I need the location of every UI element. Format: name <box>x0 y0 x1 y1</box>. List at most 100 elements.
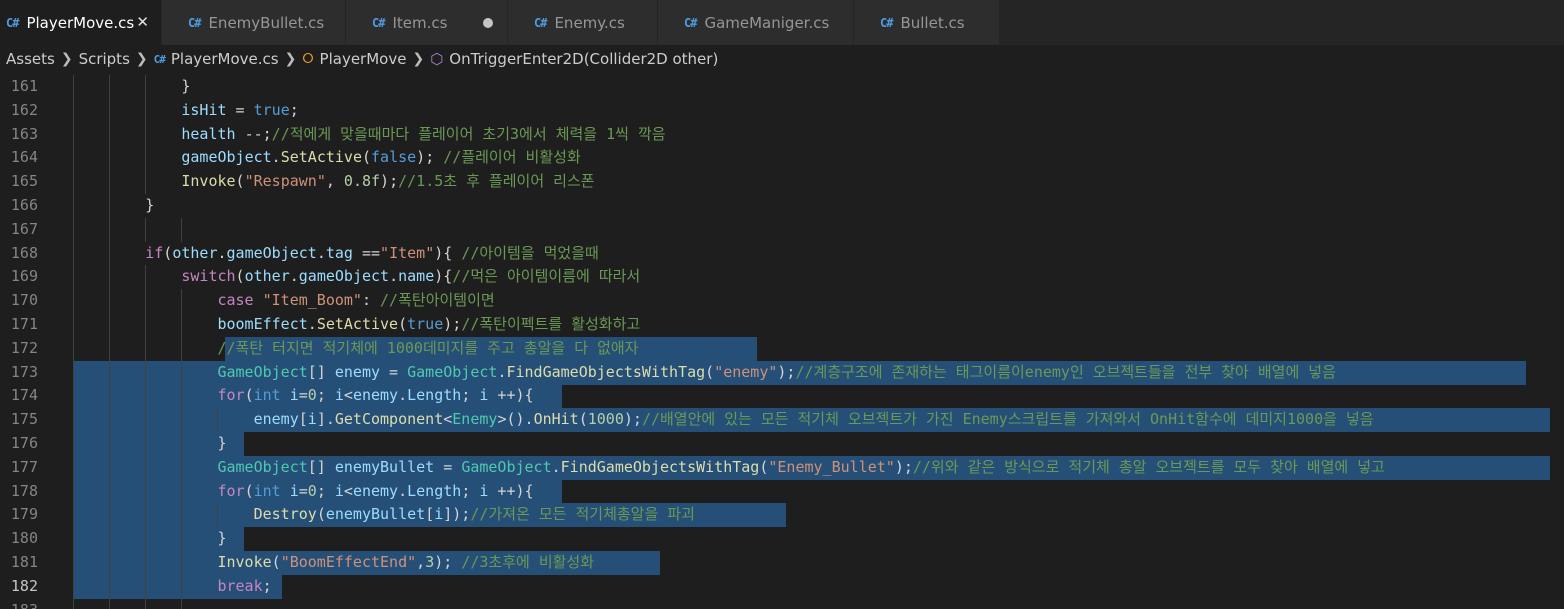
code-token: [] <box>307 362 335 381</box>
code-token: int <box>253 481 281 500</box>
code-token: } <box>145 195 155 214</box>
breadcrumb-class[interactable]: PlayerMove <box>320 50 407 68</box>
csharp-file-icon: C# <box>6 15 19 30</box>
indent-guide <box>145 170 147 195</box>
code-token: enemy <box>352 386 399 405</box>
indent-guide <box>109 574 111 599</box>
code-token: //계층구조에 존재하는 태그이름이enemy인 오브젝트들을 전부 찾아 배열… <box>795 362 1336 381</box>
code-line[interactable]: 168 if(other.gameObject.tag =="Item"){ //… <box>0 241 1564 266</box>
indent-guide <box>73 193 74 218</box>
indent-guide <box>145 431 147 456</box>
breadcrumb-method[interactable]: OnTriggerEnter2D(Collider2D other) <box>449 50 718 68</box>
code-token: GameObject <box>217 457 308 476</box>
code-line[interactable]: 183 <box>0 598 1564 609</box>
close-icon[interactable]: ✕ <box>136 13 149 31</box>
indent-guide <box>109 455 111 480</box>
code-line[interactable]: 177 GameObject[] enemyBullet = GameObject… <box>0 455 1564 480</box>
indent-guide <box>109 527 111 552</box>
code-token: GameObject <box>217 362 308 381</box>
code-line[interactable]: 175 enemy[i].GetComponent<Enemy>().OnHit(… <box>0 408 1564 433</box>
code-text: //폭탄 터지면 적기체에 1000데미지를 주고 총알을 다 없애자 <box>217 337 638 361</box>
code-token: GetComponent <box>334 410 444 429</box>
code-token: Length <box>407 481 462 500</box>
code-line[interactable]: 161} <box>0 75 1564 99</box>
code-text: enemy[i].GetComponent<Enemy>().OnHit(100… <box>254 408 1374 432</box>
code-line[interactable]: 164 gameObject.SetActive(false); //플레이어 비… <box>0 146 1564 171</box>
line-number: 181 <box>10 552 38 571</box>
code-token: switch <box>181 267 236 286</box>
code-token: . <box>398 481 408 500</box>
line-number: 183 <box>0 599 38 609</box>
indent-guide <box>181 503 183 528</box>
code-line[interactable]: 169 switch(other.gameObject.name){//먹은 아이… <box>0 265 1564 290</box>
code-editor[interactable]: 161} 162 isHit = true; 163 health --;//적에게 맞… <box>0 75 1564 609</box>
code-line[interactable]: 180} <box>0 527 1564 552</box>
indent-guide <box>181 455 183 480</box>
code-token: //적에게 맞을때마다 플레이어 초기3에서 체력을 1씩 깍음 <box>271 124 666 143</box>
code-token: } <box>217 433 227 452</box>
code-line[interactable]: 176} <box>0 431 1564 456</box>
breadcrumb-file[interactable]: PlayerMove.cs <box>171 50 279 68</box>
indent-guide <box>73 550 74 575</box>
code-token: < <box>343 386 353 405</box>
code-token: < <box>343 481 353 500</box>
tab-enemy[interactable]: C# Enemy.cs <box>508 0 658 45</box>
tab-enemybullet[interactable]: C# EnemyBullet.cs <box>162 0 346 45</box>
indent-guide <box>109 241 111 266</box>
code-line[interactable]: 181 Invoke("BoomEffectEnd",3); //3초후에 비활성… <box>0 550 1564 575</box>
indent-guide <box>145 75 147 99</box>
code-token: . <box>307 314 317 333</box>
line-number: 161 <box>10 77 38 95</box>
indent-guide <box>181 384 183 409</box>
tab-gamemaniger[interactable]: C# GameManiger.cs <box>658 0 854 45</box>
code-token: GameObject <box>407 362 498 381</box>
chevron-right-icon: ❯ <box>412 51 425 67</box>
tab-playermove[interactable]: C# PlayerMove.cs ✕ <box>0 0 162 45</box>
tab-label: GameManiger.cs <box>704 13 830 32</box>
code-token: } <box>217 529 227 548</box>
tab-item[interactable]: C# Item.cs <box>346 0 508 45</box>
code-line[interactable]: 166} <box>0 193 1564 218</box>
code-token: ( <box>235 267 245 286</box>
code-line[interactable]: 165 Invoke("Respawn", 0.8f);//1.5초 후 플레이어… <box>0 170 1564 195</box>
code-line[interactable]: 172 //폭탄 터지면 적기체에 1000데미지를 주고 총알을 다 없애자 <box>0 336 1564 361</box>
code-line[interactable]: 167 <box>0 217 1564 242</box>
code-token: SetActive <box>316 314 399 333</box>
indent-guide <box>73 527 74 552</box>
breadcrumb-scripts[interactable]: Scripts <box>79 50 130 68</box>
code-line[interactable]: 173 GameObject[] enemy = GameObject.FindG… <box>0 360 1564 385</box>
code-token: [ <box>425 505 435 524</box>
breadcrumb-assets[interactable]: Assets <box>6 50 55 68</box>
code-token: enemyBullet <box>325 505 426 524</box>
line-number: 180 <box>10 529 38 548</box>
code-line[interactable]: 179 Destroy(enemyBullet[i]);//가져온 모든 적기체총… <box>0 503 1564 528</box>
indent-guide <box>181 408 183 433</box>
unsaved-dot-icon[interactable] <box>483 18 493 28</box>
code-token: i <box>334 481 344 500</box>
code-text: } <box>181 75 190 99</box>
code-line[interactable]: 174 for(int i=0; i<enemy.Length; i ++){ <box>0 384 1564 409</box>
code-line[interactable]: 170 case "Item_Boom": //폭탄아이템이면 <box>0 289 1564 314</box>
indent-guide <box>145 122 147 147</box>
code-token: . <box>271 148 281 167</box>
code-text: for(int i=0; i<enemy.Length; i ++){ <box>217 480 533 504</box>
code-line[interactable]: 162 isHit = true; <box>0 98 1564 123</box>
tab-bullet[interactable]: C# Bullet.cs <box>854 0 1000 45</box>
indent-guide <box>145 265 147 290</box>
indent-guide <box>181 289 183 314</box>
code-token: FindGameObjectsWithTag <box>506 362 706 381</box>
code-token: Invoke <box>181 172 236 191</box>
code-token: ++){ <box>488 481 534 500</box>
code-line[interactable]: 182 break; <box>0 574 1564 599</box>
indent-guide <box>109 289 111 314</box>
vertical-scrollbar[interactable] <box>1550 75 1564 609</box>
code-line[interactable]: 178 for(int i=0; i<enemy.Length; i ++){ <box>0 479 1564 504</box>
code-line[interactable]: 163 health --;//적에게 맞을때마다 플레이어 초기3에서 체력을 … <box>0 122 1564 147</box>
code-token: FindGameObjectsWithTag <box>560 457 760 476</box>
code-token: gameObject <box>181 148 272 167</box>
code-token: true <box>407 314 444 333</box>
code-token: //먹은 아이템이름에 따라서 <box>452 267 641 286</box>
code-line[interactable]: 171 boomEffect.SetActive(true);//폭탄이펙트를 활… <box>0 312 1564 337</box>
indent-guide <box>73 384 74 409</box>
code-text: health --;//적에게 맞을때마다 플레이어 초기3에서 체력을 1씩 … <box>181 123 665 147</box>
